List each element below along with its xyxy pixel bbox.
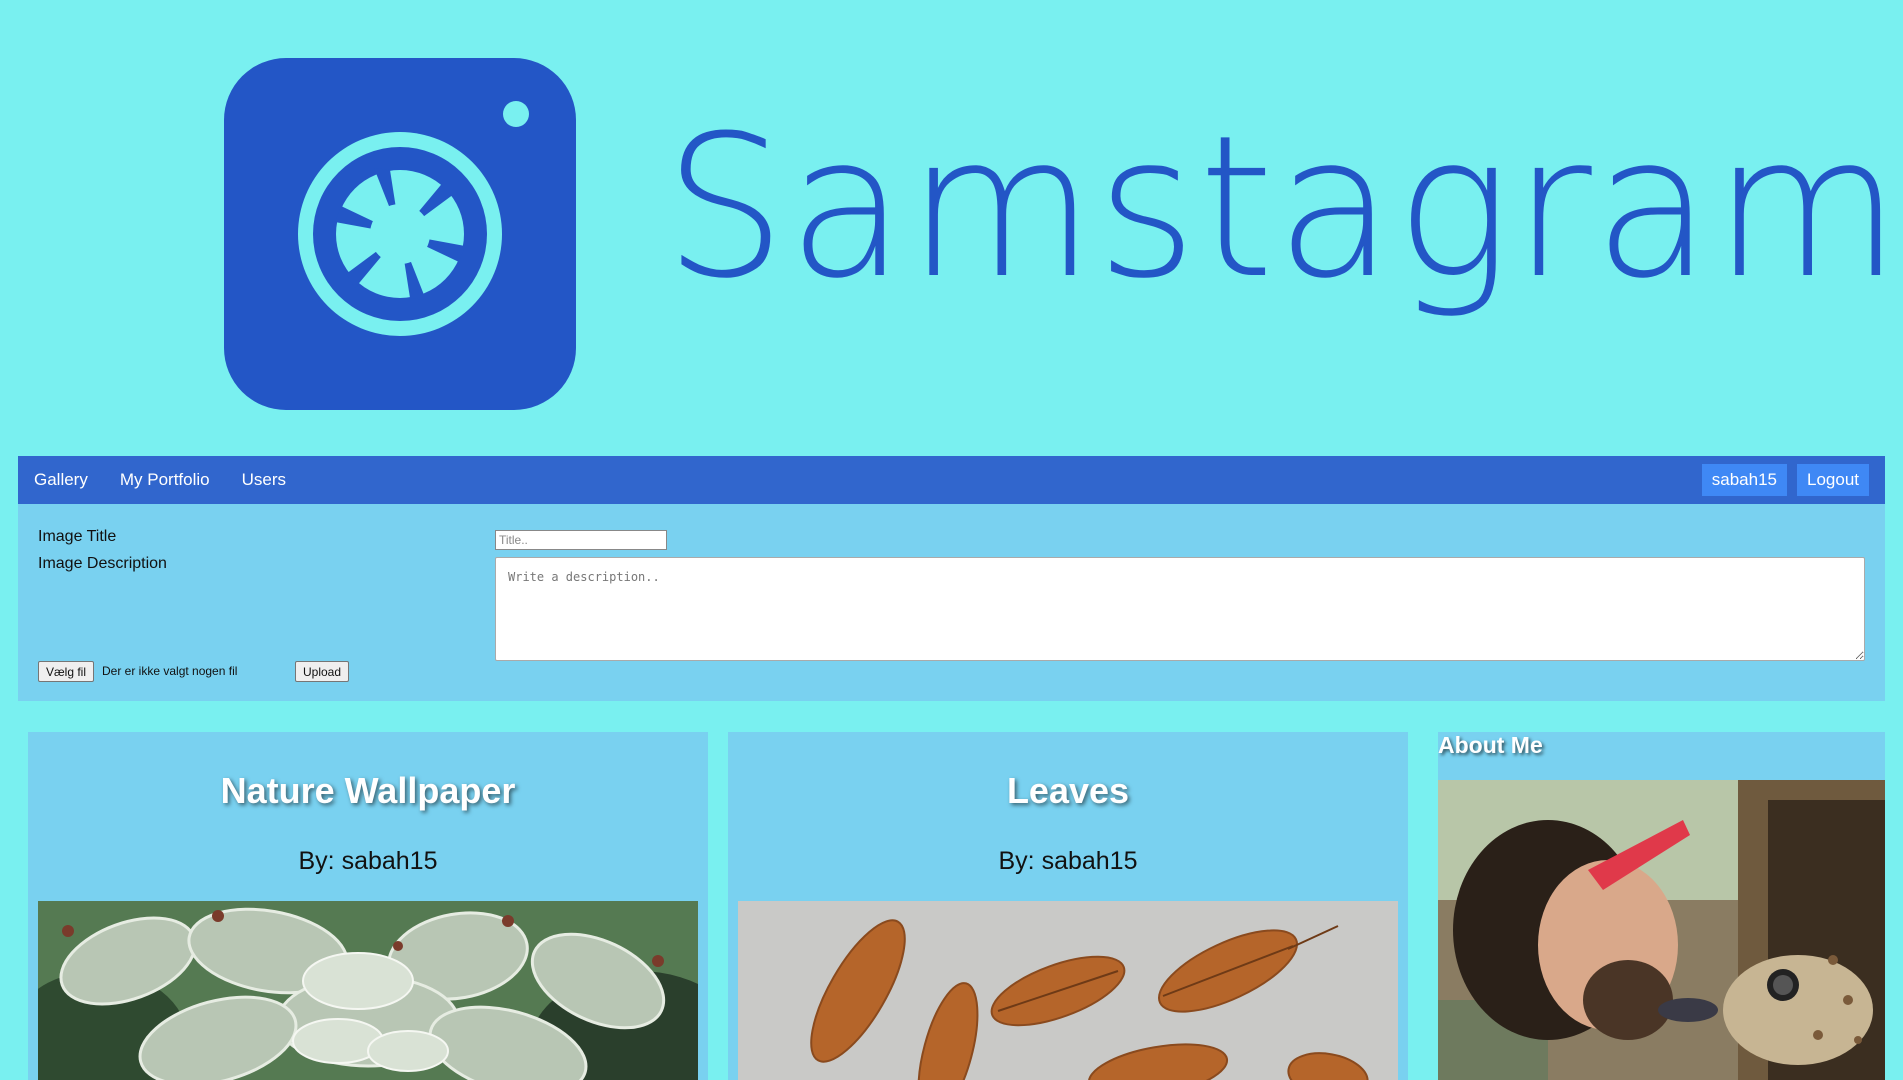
brand-name: Samstagram — [664, 94, 1903, 322]
user-profile-button[interactable]: sabah15 — [1701, 464, 1787, 496]
nav-my-portfolio-link[interactable]: My Portfolio — [104, 470, 226, 490]
top-navbar: Gallery My Portfolio Users sabah15 Logou… — [18, 456, 1885, 504]
upload-form: Image Title Image Description Vælg fil D… — [18, 504, 1885, 701]
choose-file-button[interactable]: Vælg fil — [38, 661, 95, 682]
gallery-card[interactable]: Nature Wallpaper By: sabah15 — [28, 732, 708, 1080]
leaves-image[interactable] — [738, 901, 1398, 1080]
image-description-label: Image Description — [38, 555, 167, 572]
nav-gallery-link[interactable]: Gallery — [18, 470, 104, 490]
about-me-title: About Me — [1438, 732, 1543, 758]
file-status-text: Der er ikke valgt nogen fil — [102, 664, 238, 678]
image-title-label: Image Title — [38, 528, 117, 545]
image-title-input[interactable] — [495, 530, 667, 550]
upload-button[interactable]: Upload — [295, 661, 350, 682]
logout-button[interactable]: Logout — [1797, 464, 1869, 496]
card-author: By: sabah15 — [298, 847, 438, 875]
about-me-panel: About Me — [1438, 732, 1885, 1080]
card-title: Nature Wallpaper — [220, 770, 516, 811]
profile-photo — [1438, 780, 1885, 1080]
gallery-card[interactable]: Leaves By: sabah15 — [728, 732, 1408, 1080]
nav-users-link[interactable]: Users — [226, 470, 302, 490]
camera-logo-icon — [224, 58, 576, 410]
header: Samstagram — [0, 0, 1903, 455]
nav-right-group: sabah15 Logout — [1701, 464, 1885, 496]
image-description-textarea[interactable] — [495, 557, 1865, 661]
card-author: By: sabah15 — [998, 847, 1138, 875]
succulent-image[interactable] — [38, 901, 698, 1080]
card-title: Leaves — [1006, 770, 1130, 811]
